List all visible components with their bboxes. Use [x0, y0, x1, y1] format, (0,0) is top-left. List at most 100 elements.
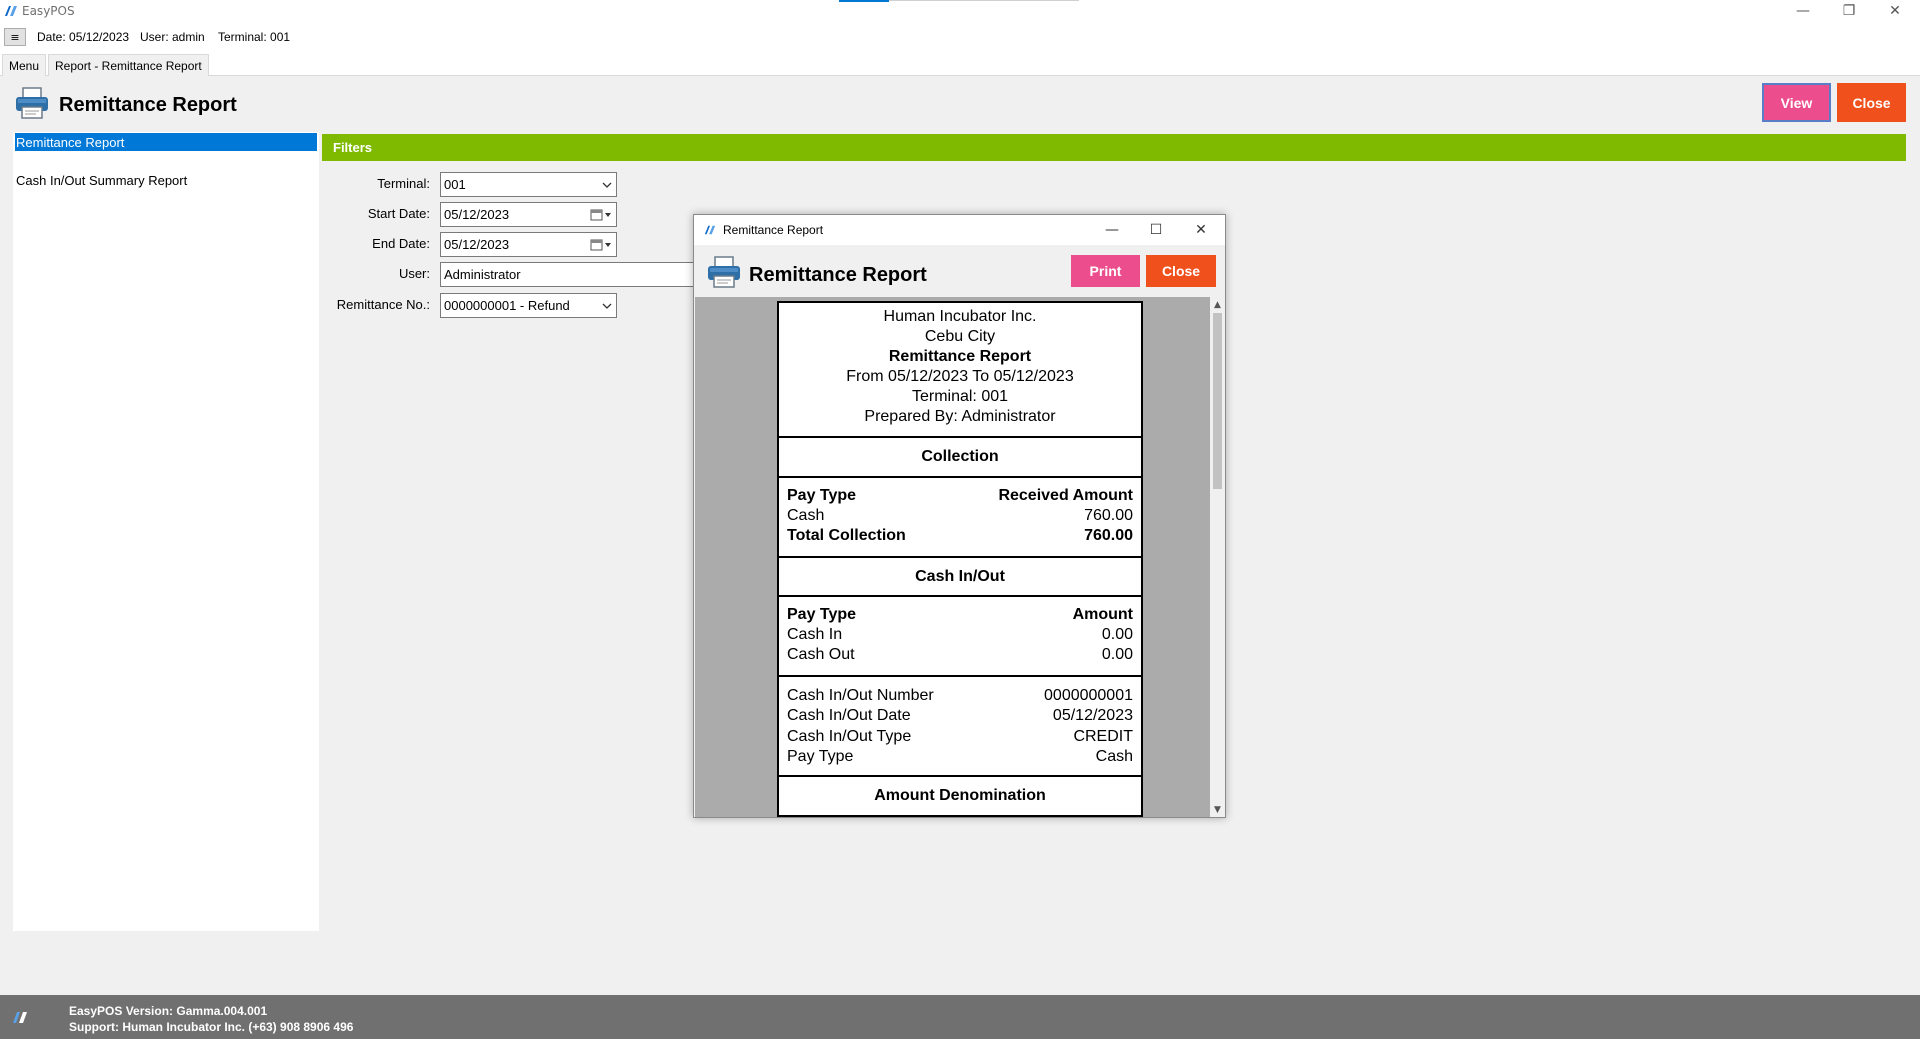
- minimize-button[interactable]: —: [1780, 0, 1826, 22]
- report-title: Remittance Report: [888, 348, 1032, 365]
- close-icon: ✕: [1889, 3, 1901, 19]
- start-date-value: 05/12/2023: [444, 207, 510, 222]
- remittance-report-dialog: Remittance Report — ☐ ✕ Remittance Repor…: [693, 214, 1226, 818]
- chevron-down-icon: [602, 303, 612, 309]
- cash-inout-heading: Cash In/Out: [779, 558, 1141, 597]
- dialog-header-title: Remittance Report: [749, 264, 927, 286]
- report-preview[interactable]: Human Incubator Inc. Cebu City Remittanc…: [695, 297, 1210, 817]
- company-city: Cebu City: [924, 328, 996, 345]
- receipt-header: Human Incubator Inc. Cebu City Remittanc…: [779, 303, 1141, 438]
- cash-detail-value: 05/12/2023: [1052, 707, 1133, 724]
- chevron-down-icon: [602, 182, 612, 188]
- cash-inout-columns: Pay Type Amount: [787, 605, 1133, 625]
- report-prepared-by: Prepared By: Administrator: [864, 408, 1056, 425]
- company-name: Human Incubator Inc.: [883, 308, 1037, 325]
- scroll-down-icon[interactable]: ▼: [1212, 804, 1223, 815]
- scroll-thumb[interactable]: [1213, 313, 1222, 489]
- collection-heading: Collection: [779, 438, 1141, 478]
- tab-remittance-report[interactable]: Report - Remittance Report: [48, 54, 209, 76]
- end-date-value: 05/12/2023: [444, 237, 510, 252]
- calendar-icon: [590, 209, 611, 221]
- cash-inout-row-value: 0.00: [1101, 646, 1133, 663]
- calendar-icon: [590, 239, 611, 251]
- report-period: From 05/12/2023 To 05/12/2023: [846, 368, 1074, 385]
- dialog-close-button[interactable]: ✕: [1179, 215, 1223, 245]
- report-list: Remittance Report Cash In/Out Summary Re…: [13, 132, 319, 931]
- start-date-label: Start Date:: [367, 206, 430, 221]
- report-terminal: Terminal: 001: [911, 388, 1009, 405]
- close-button[interactable]: Close: [1837, 83, 1906, 122]
- cash-detail-value: 0000000001: [1044, 687, 1133, 704]
- end-date-label: End Date:: [372, 236, 430, 251]
- menu-toggle-button[interactable]: ≡: [4, 28, 26, 46]
- scroll-up-icon[interactable]: ▲: [1212, 299, 1223, 310]
- cash-detail-label: Pay Type: [787, 748, 854, 765]
- cash-detail-value: Cash: [1095, 748, 1133, 765]
- status-bar: EasyPOS Version: Gamma.004.001 Support: …: [0, 995, 1920, 1039]
- restore-icon: ❐: [1842, 3, 1856, 19]
- collection-col-amount: Received Amount: [998, 487, 1133, 504]
- cash-inout-row-label: Cash In: [787, 626, 843, 643]
- human-incubator-logo: [13, 1012, 27, 1023]
- remittance-select[interactable]: 0000000001 - Refund: [440, 293, 617, 318]
- close-window-button[interactable]: ✕: [1872, 0, 1918, 22]
- version-info: EasyPOS Version: Gamma.004.001: [69, 1004, 268, 1018]
- cash-inout-col-amount: Amount: [1072, 606, 1133, 623]
- restore-button[interactable]: ❐: [1826, 0, 1872, 22]
- cash-inout-col-paytype: Pay Type: [787, 606, 857, 623]
- title-divider: [889, 0, 1079, 1]
- collection-col-paytype: Pay Type: [787, 487, 857, 504]
- tab-menu[interactable]: Menu: [2, 54, 47, 76]
- cash-detail-section: Cash In/Out Number 0000000001 Cash In/Ou…: [779, 677, 1141, 777]
- user-field[interactable]: Administrator: [440, 262, 698, 287]
- info-user: User: admin: [140, 30, 205, 44]
- collection-row-value: 760.00: [1084, 507, 1133, 524]
- collection-section: Pay Type Received Amount Cash 760.00 Tot…: [779, 478, 1141, 558]
- dialog-title-bar: Remittance Report — ☐ ✕: [694, 215, 1225, 245]
- terminal-label: Terminal:: [377, 176, 430, 191]
- user-label: User:: [398, 266, 430, 281]
- end-date-picker[interactable]: 05/12/2023: [440, 232, 617, 257]
- cash-detail-label: Cash In/Out Date: [787, 707, 911, 724]
- print-button[interactable]: Print: [1071, 255, 1140, 287]
- info-terminal: Terminal: 001: [218, 30, 291, 44]
- dialog-minimize-button[interactable]: —: [1090, 215, 1134, 245]
- cash-detail-label: Cash In/Out Number: [787, 687, 934, 704]
- printer-icon: [16, 87, 48, 119]
- report-item-remittance[interactable]: Remittance Report: [15, 133, 317, 151]
- cash-detail-row: Cash In/Out Date 05/12/2023: [787, 706, 1133, 726]
- collection-row-label: Cash: [787, 507, 825, 524]
- minimize-icon: —: [1105, 222, 1119, 238]
- cash-detail-row: Cash In/Out Number 0000000001: [787, 686, 1133, 706]
- dialog-maximize-button[interactable]: ☐: [1134, 215, 1178, 245]
- user-value: Administrator: [444, 267, 521, 282]
- easypos-logo-icon: [5, 6, 17, 16]
- collection-columns: Pay Type Received Amount: [787, 486, 1133, 506]
- page-title: Remittance Report: [59, 94, 237, 116]
- title-accent: [839, 0, 889, 2]
- printer-icon: [708, 256, 740, 288]
- filters-header: Filters: [322, 134, 1906, 161]
- terminal-value: 001: [444, 177, 466, 192]
- report-item-cash-inout-summary[interactable]: Cash In/Out Summary Report: [15, 171, 317, 189]
- dialog-close-report-button[interactable]: Close: [1146, 255, 1216, 287]
- collection-total-value: 760.00: [1084, 527, 1133, 544]
- cash-inout-row-value: 0.00: [1101, 626, 1133, 643]
- tab-strip: Menu Report - Remittance Report: [0, 52, 1920, 76]
- info-date: Date: 05/12/2023: [37, 30, 130, 44]
- remittance-label: Remittance No.:: [336, 297, 430, 312]
- close-icon: ✕: [1195, 222, 1207, 238]
- collection-row: Cash 760.00: [787, 506, 1133, 526]
- support-info: Support: Human Incubator Inc. (+63) 908 …: [69, 1020, 354, 1034]
- receipt: Human Incubator Inc. Cebu City Remittanc…: [777, 301, 1143, 817]
- start-date-picker[interactable]: 05/12/2023: [440, 202, 617, 227]
- cash-detail-row: Pay Type Cash: [787, 747, 1133, 767]
- app-title: EasyPOS: [22, 4, 75, 18]
- preview-scrollbar[interactable]: ▲ ▼: [1210, 297, 1225, 817]
- cash-detail-label: Cash In/Out Type: [787, 728, 912, 745]
- cash-inout-section: Pay Type Amount Cash In 0.00 Cash Out 0.…: [779, 597, 1141, 677]
- view-button[interactable]: View: [1762, 83, 1831, 122]
- remittance-value: 0000000001 - Refund: [444, 298, 570, 313]
- terminal-select[interactable]: 001: [440, 172, 617, 197]
- collection-total-label: Total Collection: [787, 527, 906, 544]
